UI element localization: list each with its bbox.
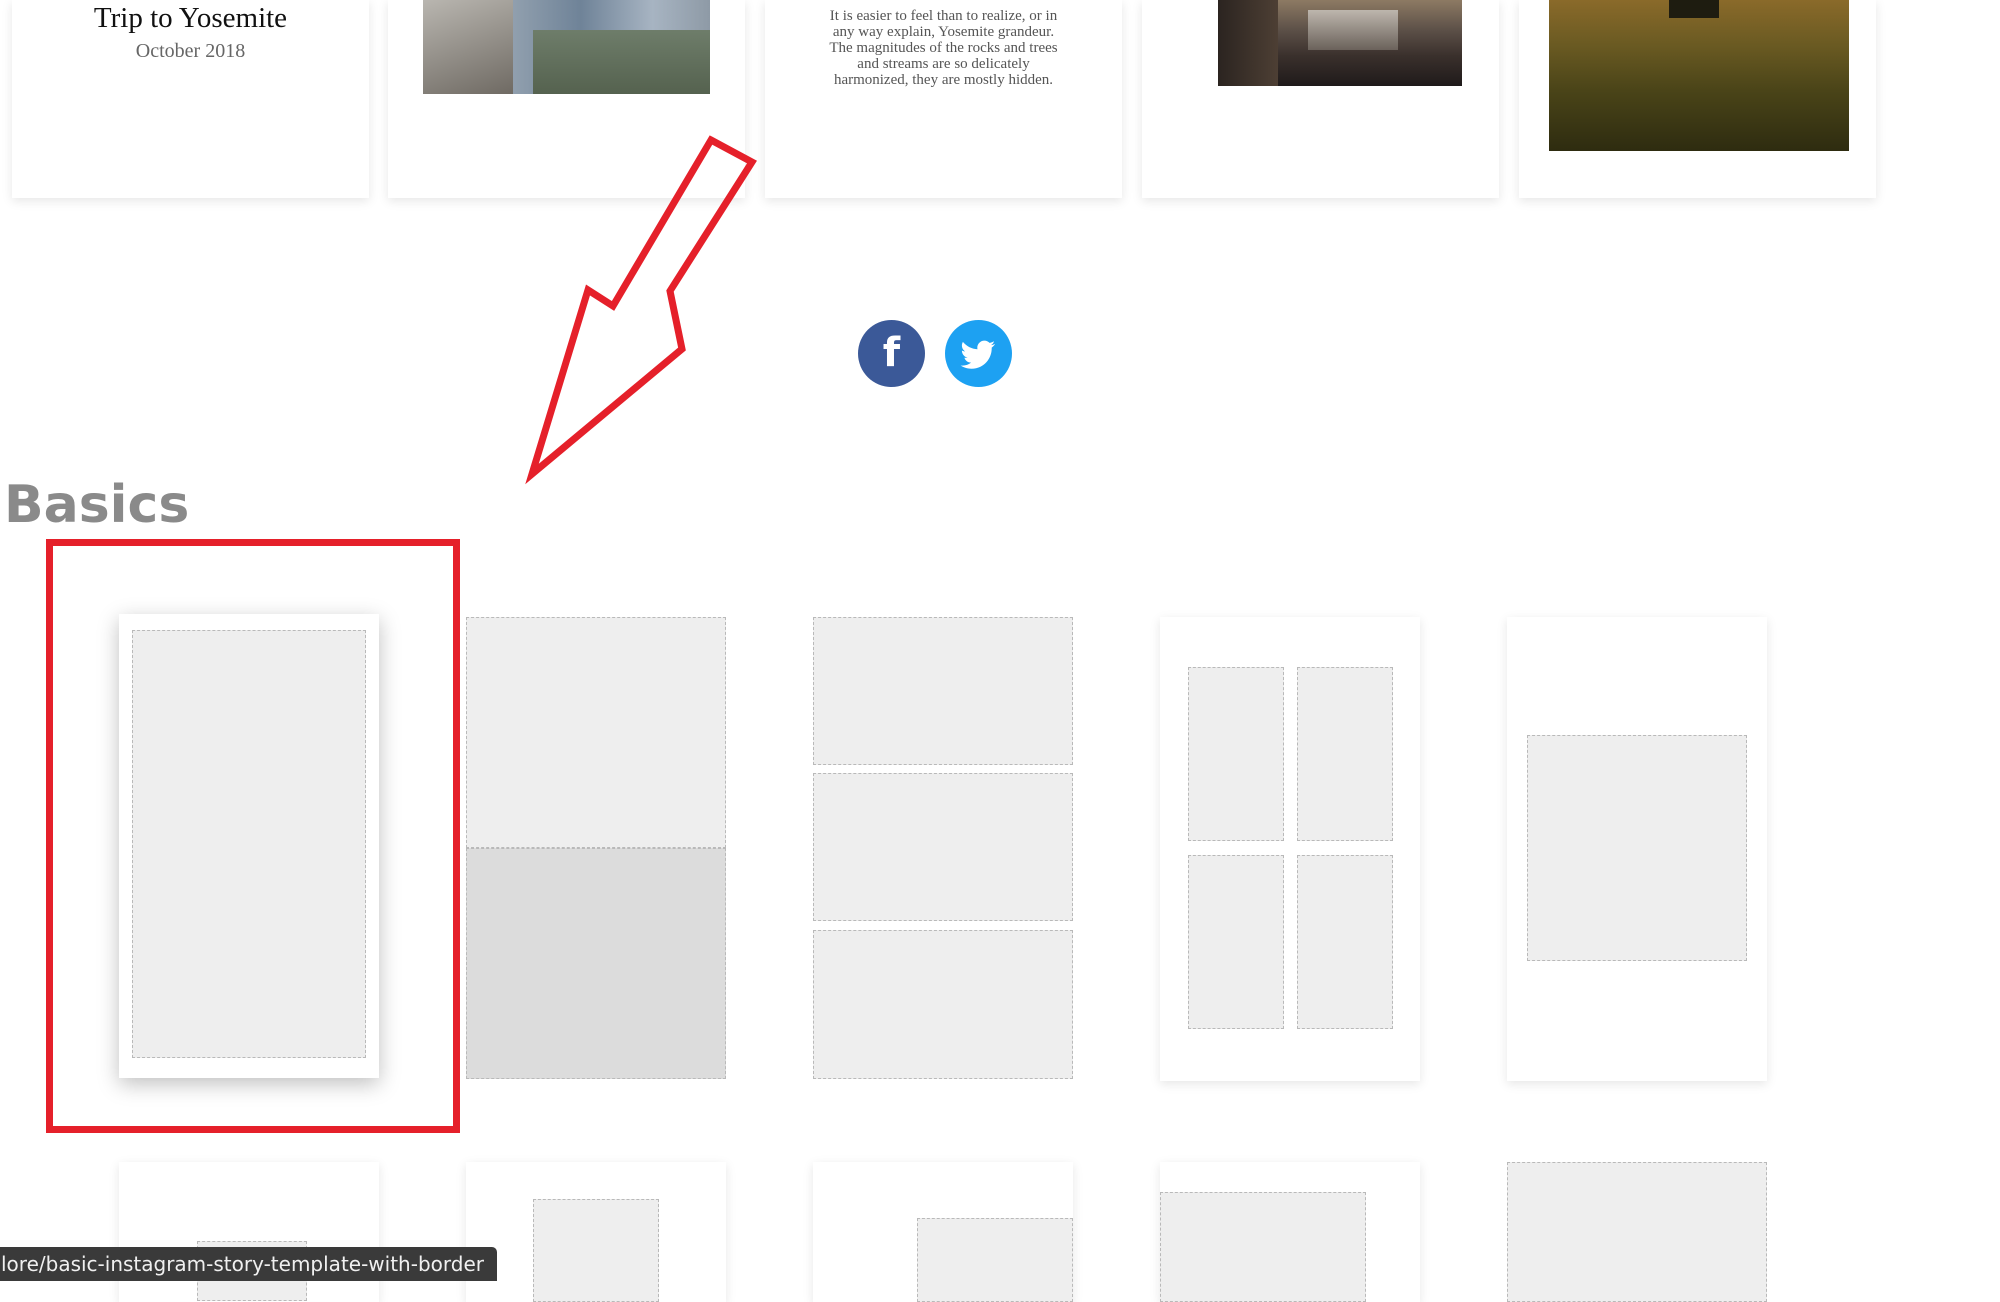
template-four-grid[interactable] [1160, 617, 1420, 1081]
template-centered-square[interactable] [1507, 617, 1767, 1081]
annotation-highlight-box [46, 539, 460, 1133]
template-slot [1160, 1192, 1366, 1302]
template-slot [1188, 855, 1284, 1029]
template-slot [1188, 667, 1284, 841]
template-slot [466, 617, 726, 848]
template-row2-2[interactable] [466, 1162, 726, 1302]
template-row2-3[interactable] [813, 1162, 1073, 1302]
template-slot [466, 848, 726, 1079]
template-slot [813, 617, 1073, 765]
template-slot [813, 930, 1073, 1079]
section-title: Basics [4, 475, 190, 535]
template-row2-1[interactable] [119, 1162, 379, 1302]
template-three-stack[interactable] [813, 617, 1073, 1079]
template-row2-4[interactable] [1160, 1162, 1420, 1302]
template-slot [813, 773, 1073, 921]
template-slot [1527, 735, 1747, 961]
template-slot [533, 1199, 659, 1302]
status-bar-url: lore/basic-instagram-story-template-with… [0, 1247, 497, 1281]
template-two-stack[interactable] [466, 617, 726, 1079]
template-row2-5[interactable] [1507, 1162, 1767, 1302]
template-slot [1297, 667, 1393, 841]
template-slot [1507, 1162, 1767, 1302]
template-slot [1297, 855, 1393, 1029]
template-slot [917, 1218, 1073, 1302]
